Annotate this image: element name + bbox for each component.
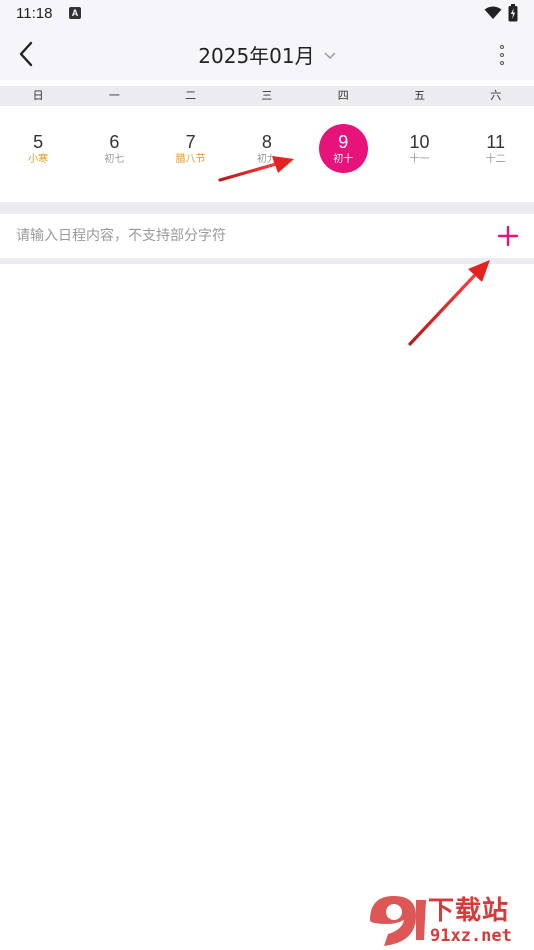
date-cell[interactable]: 10 十一	[381, 106, 457, 202]
app-header: 2025年01月	[0, 28, 534, 80]
section-divider	[0, 202, 534, 214]
weekday-label: 二	[185, 89, 197, 102]
date-cell-selected[interactable]: 9 初十	[305, 106, 381, 202]
watermark-brand: 下载站	[428, 896, 510, 926]
lunar-date: 腊八节	[175, 154, 206, 165]
date-number: 10	[409, 132, 430, 152]
watermark: 下载站 91xz.net	[360, 888, 534, 950]
page-title: 2025年01月	[198, 44, 315, 68]
weekday-label: 五	[413, 89, 425, 102]
watermark-logo-icon	[370, 896, 426, 946]
annotation-arrow-icon	[408, 260, 490, 346]
date-cell[interactable]: 6 初七	[76, 106, 152, 202]
add-schedule-button[interactable]	[494, 222, 522, 250]
annotation-arrow-icon	[218, 156, 294, 182]
weekday-label: 四	[337, 89, 349, 102]
date-number: 7	[185, 132, 196, 152]
more-menu-button[interactable]	[490, 40, 514, 70]
lunar-date: 初十	[333, 154, 354, 165]
status-time: 11:18	[16, 5, 53, 22]
status-bar: 11:18 A	[0, 0, 534, 28]
date-cell[interactable]: 11 十二	[458, 106, 534, 202]
schedule-input[interactable]	[16, 214, 476, 258]
date-number: 5	[33, 132, 44, 152]
date-number: 6	[109, 132, 120, 152]
battery-charging-icon	[508, 4, 518, 22]
a-letter-icon: A	[69, 7, 81, 19]
date-number: 9	[338, 132, 349, 152]
date-number: 8	[261, 132, 272, 152]
plus-icon	[497, 225, 519, 247]
lunar-date: 十二	[485, 154, 506, 165]
date-number: 11	[486, 132, 506, 152]
date-cell[interactable]: 5 小寒	[0, 106, 76, 202]
month-selector[interactable]: 2025年01月	[0, 40, 534, 69]
weekday-header-row: 日 一 二 三 四 五 六	[0, 86, 534, 106]
wifi-icon	[484, 6, 502, 19]
weekday-label: 一	[108, 89, 120, 102]
lunar-date: 小寒	[28, 154, 49, 165]
lunar-date: 初七	[104, 154, 125, 165]
schedule-input-row	[0, 214, 534, 258]
more-vertical-icon	[500, 45, 504, 49]
weekday-label: 日	[32, 89, 44, 102]
chevron-down-icon	[324, 51, 336, 59]
more-vertical-icon	[500, 61, 504, 65]
lunar-date: 十一	[409, 154, 430, 165]
watermark-domain: 91xz.net	[430, 926, 512, 946]
more-vertical-icon	[500, 53, 504, 57]
weekday-label: 六	[490, 89, 502, 102]
weekday-label: 三	[261, 89, 273, 102]
